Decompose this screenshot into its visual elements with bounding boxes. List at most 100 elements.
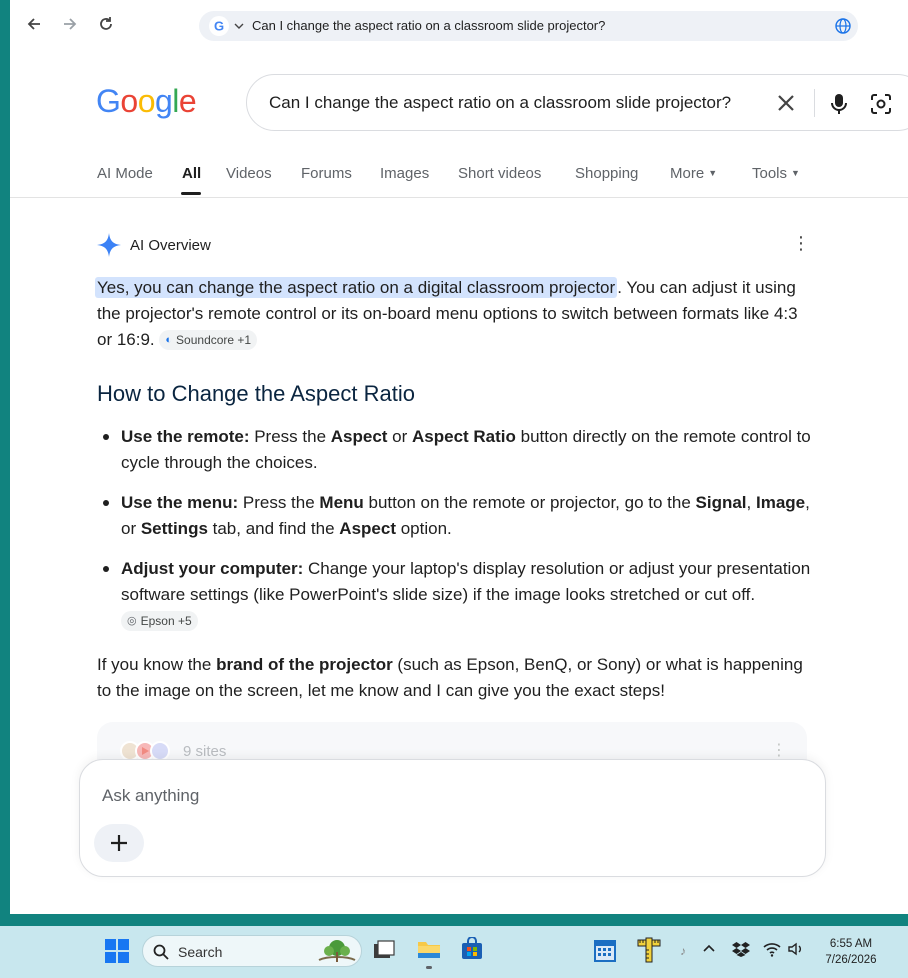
windows-logo-icon: [105, 939, 129, 963]
close-icon: [778, 95, 794, 111]
active-tab-indicator: [181, 192, 201, 195]
bullet-bold: Aspect: [339, 519, 396, 538]
tab-more[interactable]: More ▼: [670, 165, 717, 182]
tab-tools-label: Tools: [752, 165, 788, 182]
closing-bold: brand of the projector: [216, 655, 393, 674]
calendar-icon: [594, 940, 616, 962]
calendar-app-button[interactable]: [593, 937, 617, 968]
back-button[interactable]: [22, 12, 46, 36]
volume-tray-button[interactable]: [787, 941, 805, 962]
show-hidden-icons-button[interactable]: [702, 942, 716, 961]
address-text[interactable]: Can I change the aspect ratio on a class…: [252, 18, 605, 33]
bullet-text: or: [387, 427, 412, 446]
bullet-item: Use the remote: Press the Aspect or Aspe…: [103, 424, 811, 476]
chevron-down-icon: [234, 23, 244, 29]
bullet-bold: Image: [755, 493, 806, 512]
taskbar-search[interactable]: Search: [142, 935, 362, 967]
lens-search-button[interactable]: [869, 92, 893, 121]
sites-count: 9 sites: [183, 743, 227, 760]
search-box[interactable]: Can I change the aspect ratio on a class…: [246, 74, 908, 131]
more-vert-icon[interactable]: ⋮: [771, 740, 787, 760]
ai-intro-paragraph: Yes, you can change the aspect ratio on …: [95, 275, 817, 353]
voice-search-button[interactable]: [828, 92, 850, 121]
wifi-icon: [763, 943, 781, 957]
reload-icon: [100, 17, 112, 30]
arrow-right-icon: [64, 18, 77, 30]
source-chip-soundcore[interactable]: ◐ Soundcore +1: [159, 330, 258, 350]
google-g-icon: G: [209, 16, 229, 36]
ruler-app-button[interactable]: [636, 936, 662, 969]
clear-search-button[interactable]: [775, 92, 797, 119]
search-input[interactable]: Can I change the aspect ratio on a class…: [269, 93, 731, 113]
browser-window: G Can I change the aspect ratio on a cla…: [10, 0, 908, 914]
tab-short-videos[interactable]: Short videos: [458, 165, 541, 182]
chevron-up-icon: [703, 944, 715, 952]
more-vert-icon: ⋮: [792, 233, 810, 253]
source-favicon-icon: ◐: [165, 334, 173, 346]
tab-all[interactable]: All: [182, 165, 201, 182]
store-button[interactable]: [460, 936, 484, 966]
bullet-text: Press the: [238, 493, 320, 512]
gemini-sparkle-icon: [97, 233, 121, 257]
bullet-lead: Use the menu:: [121, 493, 239, 512]
bullet-text: Press the: [249, 427, 331, 446]
dropbox-tray-button[interactable]: [732, 941, 750, 962]
tray-app-icon[interactable]: ♪: [680, 944, 686, 958]
ai-overview-menu-button[interactable]: ⋮: [792, 233, 810, 254]
file-explorer-button[interactable]: [416, 936, 442, 969]
tabs-divider: [10, 197, 908, 198]
ai-closing-paragraph: If you know the brand of the projector (…: [97, 652, 817, 704]
ruler-tool-icon: [637, 937, 661, 963]
tab-ai-mode[interactable]: AI Mode: [97, 165, 153, 182]
svg-text:G: G: [214, 19, 224, 34]
tab-tools[interactable]: Tools ▼: [752, 165, 800, 182]
bullet-dot: [103, 434, 109, 440]
ai-overview-header: AI Overview: [96, 232, 211, 258]
running-indicator: [426, 966, 432, 969]
source-chip-epson[interactable]: ◎ Epson +5: [121, 611, 198, 631]
ai-overview-title: AI Overview: [130, 236, 211, 254]
forward-button[interactable]: [58, 12, 82, 36]
bullet-text: ,: [746, 493, 756, 512]
store-bag-icon: [462, 936, 482, 959]
tab-shopping[interactable]: Shopping: [575, 165, 638, 182]
tab-images[interactable]: Images: [380, 165, 429, 182]
bullet-lead: Use the remote:: [121, 427, 250, 446]
plus-icon: [111, 835, 127, 851]
ask-anything-box[interactable]: Ask anything: [79, 759, 826, 877]
taskbar: Search ♪ 6:55 AM 7/26/2026: [0, 926, 908, 978]
source-chip-label: Epson +5: [140, 614, 192, 628]
address-bar[interactable]: G Can I change the aspect ratio on a cla…: [199, 11, 858, 41]
site-info-button[interactable]: G: [208, 15, 248, 37]
bullet-bold: Settings: [140, 519, 208, 538]
task-view-button[interactable]: [372, 938, 396, 967]
add-attachment-button[interactable]: [94, 824, 144, 862]
camera-lens-icon: [871, 94, 891, 114]
translate-globe-icon[interactable]: [834, 17, 852, 40]
browser-toolbar: G Can I change the aspect ratio on a cla…: [10, 0, 908, 48]
bullet-bold: Aspect: [330, 427, 388, 446]
tab-videos[interactable]: Videos: [226, 165, 272, 182]
task-view-icon: [374, 940, 395, 958]
bullet-text: button on the remote or projector, go to…: [363, 493, 696, 512]
section-heading: How to Change the Aspect Ratio: [97, 381, 415, 406]
clock-time: 6:55 AM: [829, 938, 873, 950]
clock[interactable]: 6:55 AM 7/26/2026: [820, 936, 882, 968]
wifi-tray-button[interactable]: [763, 941, 781, 962]
tab-more-label: More: [670, 165, 705, 182]
highlighted-answer: Yes, you can change the aspect ratio on …: [95, 277, 618, 298]
google-logo[interactable]: Google: [96, 83, 206, 125]
caret-down-icon: ▼: [791, 168, 800, 178]
caret-down-icon: ▼: [708, 168, 718, 178]
bullet-item: Use the menu: Press the Menu button on t…: [103, 490, 811, 542]
reload-button[interactable]: [94, 12, 118, 36]
taskbar-search-label: Search: [178, 944, 223, 960]
ask-input[interactable]: Ask anything: [102, 786, 199, 806]
tab-forums[interactable]: Forums: [301, 165, 352, 182]
start-button[interactable]: [105, 939, 129, 968]
clock-date: 7/26/2026: [825, 954, 877, 966]
bullet-lead: Adjust your computer:: [121, 559, 304, 578]
bullet-dot: [103, 566, 109, 572]
closing-text: If you know the: [97, 655, 217, 674]
folder-icon: [418, 942, 440, 958]
